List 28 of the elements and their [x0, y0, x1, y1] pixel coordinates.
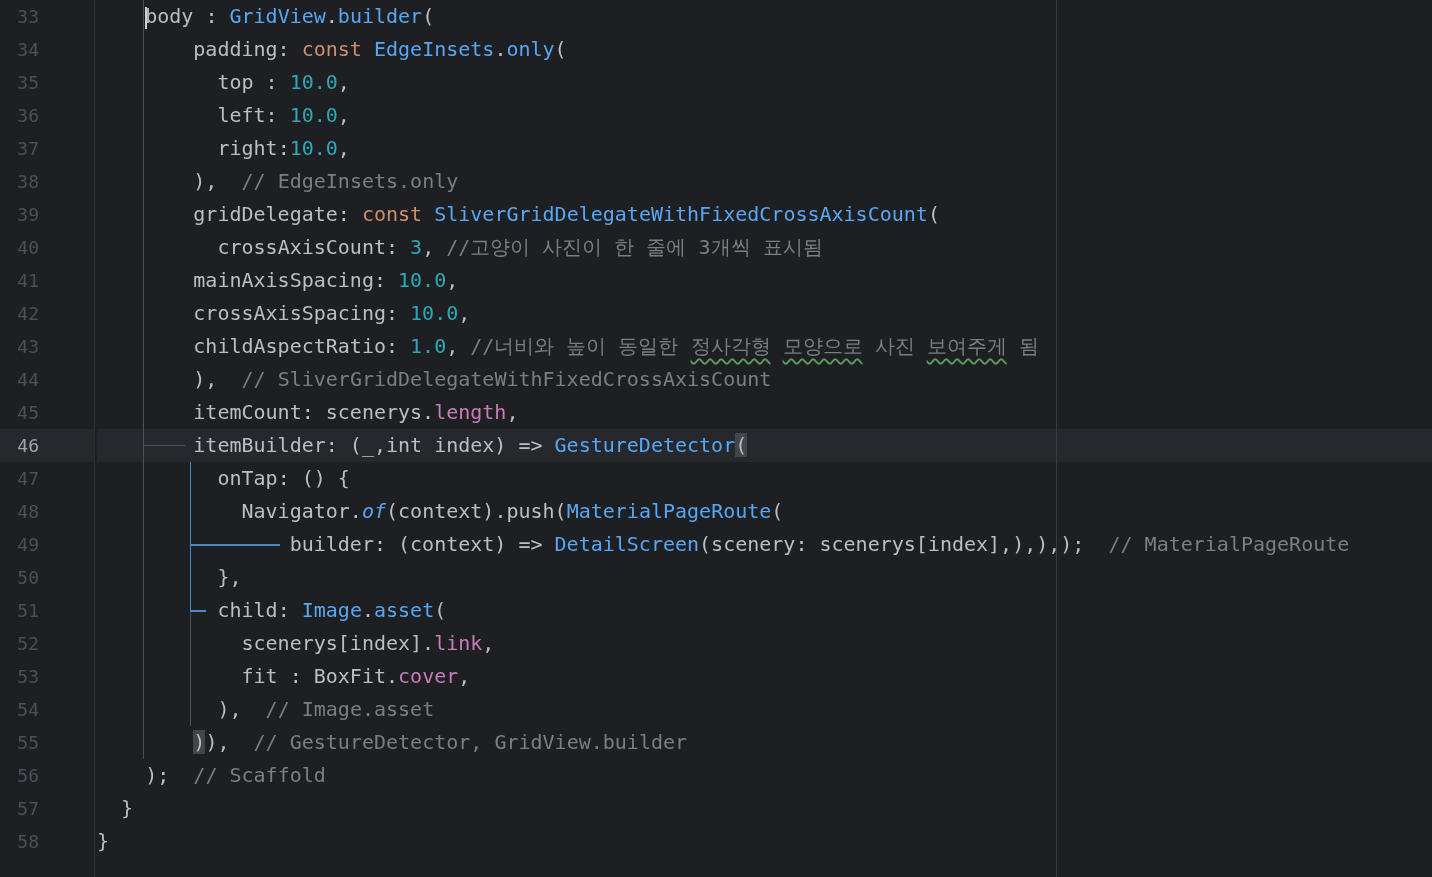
code-line: itemCount: scenerys.length,	[192, 399, 519, 426]
code-line: top : 10.0,	[216, 69, 350, 96]
code-line: right:10.0,	[216, 135, 350, 162]
code-line: ), // EdgeInsets.only	[192, 168, 459, 195]
code-line: scenerys[index].link,	[240, 630, 495, 657]
line-number: 46	[17, 435, 39, 456]
code-line: child: Image.asset(	[216, 597, 447, 624]
code-line: itemBuilder: (_,int index) => GestureDetector(	[192, 432, 748, 459]
code-line: Navigator.of(context).push(MaterialPageRoute(	[240, 498, 784, 525]
code-line: childAspectRatio: 1.0, //너비와 높이 동일한 정사각형 모양으로 사진 보여주게 됨	[192, 333, 1039, 360]
code-line: fit : BoxFit.cover,	[240, 663, 471, 690]
code-line: body : GridView.builder(	[144, 3, 435, 31]
code-line: crossAxisCount: 3, //고양이 사진이 한 줄에 3개씩 표시됨	[216, 234, 823, 261]
code-line: builder: (context) => DetailScreen(scenery: scenerys[index],),),); // MaterialPageRoute	[288, 531, 1350, 558]
code-line: },	[216, 564, 242, 591]
code-line: crossAxisSpacing: 10.0,	[192, 300, 471, 327]
code-line: padding: const EdgeInsets.only(	[192, 36, 567, 63]
code-line: }	[97, 828, 110, 855]
code-line: left: 10.0,	[216, 102, 350, 129]
code-line: }	[120, 795, 134, 822]
code-line: onTap: () {	[216, 465, 350, 492]
code-line: gridDelegate: const SliverGridDelegateWithFixedCrossAxisCount(	[192, 201, 940, 228]
text-cursor	[145, 6, 148, 29]
code-line: ), // Image.asset	[216, 696, 435, 723]
code-line: ), // SliverGridDelegateWithFixedCrossAxisCount	[192, 366, 772, 393]
code-line: ); // Scaffold	[144, 762, 326, 789]
code-line: mainAxisSpacing: 10.0,	[192, 267, 459, 294]
code-line: )), // GestureDetector, GridView.builder	[192, 729, 688, 756]
